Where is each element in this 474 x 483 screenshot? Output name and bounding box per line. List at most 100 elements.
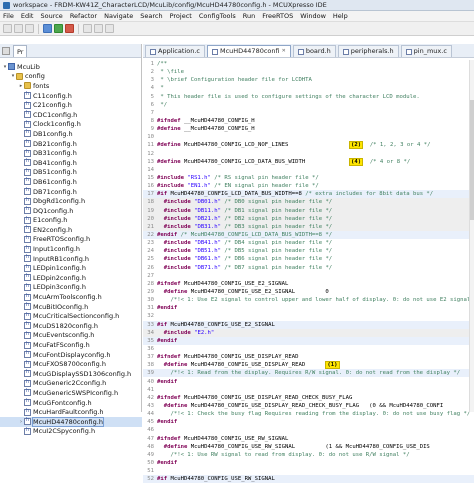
code-line[interactable]: 39 /*!< 1: Read from the display. Requir…: [143, 369, 474, 378]
tree-item[interactable]: EN2config.h: [0, 225, 142, 235]
code-line[interactable]: 20 #include "DB21.h" /* DB2 signal pin h…: [143, 214, 474, 223]
save-icon[interactable]: [14, 24, 23, 33]
back-icon[interactable]: [94, 24, 103, 33]
editor-tab[interactable]: board.h: [292, 45, 336, 57]
tree-item[interactable]: C21config.h: [0, 100, 142, 110]
tree-item[interactable]: C11config.h: [0, 91, 142, 101]
code-line[interactable]: 17 #if McuHD44780_CONFIG_LCD_DATA_BUS_WID…: [143, 190, 474, 199]
tree-item[interactable]: FreeRTOSconfig.h: [0, 235, 142, 245]
code-line[interactable]: 22 #endif /* McuHD44780_CONFIG_LCD_DATA_B…: [143, 230, 474, 240]
tree-item[interactable]: DB71config.h: [0, 187, 142, 197]
tree-item[interactable]: DB41config.h: [0, 158, 142, 168]
menu-item-project[interactable]: Project: [170, 12, 192, 20]
code-line[interactable]: 29 #define McuHD44780_CONFIG_USE_E2_SIGN…: [143, 288, 474, 296]
menu-item-refactor[interactable]: Refactor: [70, 12, 97, 20]
code-area[interactable]: 1/** 2 * \file 3 * \brief Configuration he…: [143, 60, 474, 483]
tree-item[interactable]: CDC1config.h: [0, 110, 142, 120]
tree-item[interactable]: McuEventsconfig.h: [0, 331, 142, 341]
code-line[interactable]: 45 #endif: [143, 418, 474, 426]
code-line[interactable]: 16 #include "EN1.h" /* EN signal pin head…: [143, 182, 474, 190]
tree-item[interactable]: DbgRd1config.h: [0, 196, 142, 206]
editor-tab[interactable]: McuHD44780confi ✕: [206, 45, 291, 57]
code-line[interactable]: 24 #include "DB51.h" /* DB5 signal pin h…: [143, 247, 474, 255]
tree-item[interactable]: ▾ config: [0, 72, 142, 82]
tree-item[interactable]: DB31config.h: [0, 148, 142, 158]
code-line[interactable]: 42 #ifndef McuHD44780_CONFIG_USE_DISPLAY_…: [143, 394, 474, 402]
menu-item-help[interactable]: Help: [333, 12, 348, 20]
tree-item[interactable]: DB1config.h: [0, 129, 142, 139]
code-line[interactable]: 4 *: [143, 84, 474, 92]
tree-item[interactable]: LEDpin1config.h: [0, 263, 142, 273]
code-line[interactable]: 28 #ifndef McuHD44780_CONFIG_USE_E2_SIGNA…: [143, 280, 474, 288]
code-line[interactable]: 1/**: [143, 60, 474, 68]
code-line[interactable]: 46: [143, 426, 474, 434]
tree-item[interactable]: ▾ McuLib: [0, 62, 142, 72]
menu-item-configtools[interactable]: ConfigTools: [199, 12, 236, 20]
code-line[interactable]: 3 * \brief Configuration header file for…: [143, 76, 474, 84]
code-line[interactable]: 33 #if McuHD44780_CONFIG_USE_E2_SIGNAL: [143, 320, 474, 329]
tree-item[interactable]: LEDpin3config.h: [0, 283, 142, 293]
editor-scrollbar[interactable]: [469, 60, 474, 412]
tab-project-explorer[interactable]: Pr: [13, 44, 28, 57]
tree-item[interactable]: McuFXOS8700config.h: [0, 359, 142, 369]
menu-item-run[interactable]: Run: [243, 12, 255, 20]
menu-item-source[interactable]: Source: [40, 12, 62, 20]
tree-item[interactable]: Clock1config.h: [0, 120, 142, 130]
code-line[interactable]: 48 #define McuHD44780_CONFIG_USE_RW_SIGN…: [143, 443, 474, 451]
menu-item-search[interactable]: Search: [140, 12, 162, 20]
code-line[interactable]: 11 #define McuHD44780_CONFIG_LCD_NOF_LINE…: [143, 141, 474, 150]
code-line[interactable]: 13 #define McuHD44780_CONFIG_LCD_DATA_BUS…: [143, 157, 474, 166]
code-line[interactable]: 44 /*!< 1: Check the busy flag Requires …: [143, 410, 474, 418]
save-all-icon[interactable]: [25, 24, 34, 33]
code-line[interactable]: 43 #define McuHD44780_CONFIG_USE_DISPLAY…: [143, 402, 474, 410]
editor-tab[interactable]: peripherals.h: [337, 45, 399, 57]
code-line[interactable]: 10: [143, 133, 474, 141]
forward-icon[interactable]: [105, 24, 114, 33]
tree-item[interactable]: McuFontDisplayconfig.h: [0, 350, 142, 360]
tree-item[interactable]: McuGFontconfig.h: [0, 398, 142, 408]
tree-item[interactable]: ▸ fonts: [0, 81, 142, 91]
tree-item[interactable]: McuFatFSconfig.h: [0, 340, 142, 350]
code-line[interactable]: 38 #define McuHD44780_CONFIG_USE_DISPLAY…: [143, 361, 474, 370]
new-icon[interactable]: [3, 24, 12, 33]
editor-tab[interactable]: pin_mux.c: [400, 45, 452, 57]
tree-item[interactable]: InputRB1config.h: [0, 254, 142, 264]
code-line[interactable]: 52 #if McuHD44780_CONFIG_USE_RW_SIGNAL: [143, 475, 474, 483]
scrollbar-thumb[interactable]: [470, 100, 474, 220]
tree-item[interactable]: McuGeneric2Cconfig.h: [0, 379, 142, 389]
tree-item[interactable]: ›McuHD44780config.h: [0, 416, 142, 427]
code-line[interactable]: 30 /*!< 1: Use E2 signal to control uppe…: [143, 296, 474, 304]
code-line[interactable]: 8 #ifndef __McuHD44780_CONFIG_H: [143, 117, 474, 125]
code-line[interactable]: 34 #include "E2.h": [143, 328, 474, 337]
code-line[interactable]: 21 #include "DB31.h" /* DB3 signal pin h…: [143, 222, 474, 231]
code-line[interactable]: 5 * This header file is used to configur…: [143, 93, 474, 101]
build-icon[interactable]: [43, 24, 52, 33]
code-line[interactable]: 31 #endif: [143, 304, 474, 312]
code-line[interactable]: 37 #ifndef McuHD44780_CONFIG_USE_DISPLAY_…: [143, 353, 474, 361]
menu-item-file[interactable]: File: [3, 12, 14, 20]
code-line[interactable]: 6 */: [143, 101, 474, 109]
code-line[interactable]: 41: [143, 386, 474, 394]
code-line[interactable]: 50 #endif: [143, 459, 474, 467]
code-line[interactable]: 47 #ifndef McuHD44780_CONFIG_USE_RW_SIGNA…: [143, 434, 474, 442]
code-line[interactable]: 9 #define __McuHD44780_CONFIG_H: [143, 125, 474, 133]
code-line[interactable]: 26 #include "DB71.h" /* DB7 signal pin h…: [143, 264, 474, 272]
tree-item[interactable]: DB61config.h: [0, 177, 142, 187]
code-line[interactable]: 35 #endif: [143, 336, 474, 345]
tree-item[interactable]: McuCriticalSectionconfig.h: [0, 311, 142, 321]
code-line[interactable]: 32: [143, 312, 474, 320]
tree-item[interactable]: McuGenericSWSPIconfig.h: [0, 388, 142, 398]
menu-item-edit[interactable]: Edit: [21, 12, 34, 20]
code-line[interactable]: 18 #include "DB01.h" /* DB0 signal pin h…: [143, 198, 474, 207]
code-line[interactable]: 12: [143, 150, 474, 158]
editor-tab[interactable]: Application.c: [145, 45, 205, 57]
search-icon[interactable]: [83, 24, 92, 33]
close-icon[interactable]: ✕: [282, 46, 286, 57]
tree-item[interactable]: DQ1config.h: [0, 206, 142, 216]
tree-item[interactable]: McuDS1820config.h: [0, 321, 142, 331]
code-line[interactable]: 25 #include "DB61.h" /* DB6 signal pin h…: [143, 255, 474, 263]
code-line[interactable]: 23 #include "DB41.h" /* DB4 signal pin h…: [143, 239, 474, 247]
code-line[interactable]: 40 #endif: [143, 377, 474, 385]
menu-item-navigate[interactable]: Navigate: [104, 12, 133, 20]
debug-icon[interactable]: [54, 24, 63, 33]
